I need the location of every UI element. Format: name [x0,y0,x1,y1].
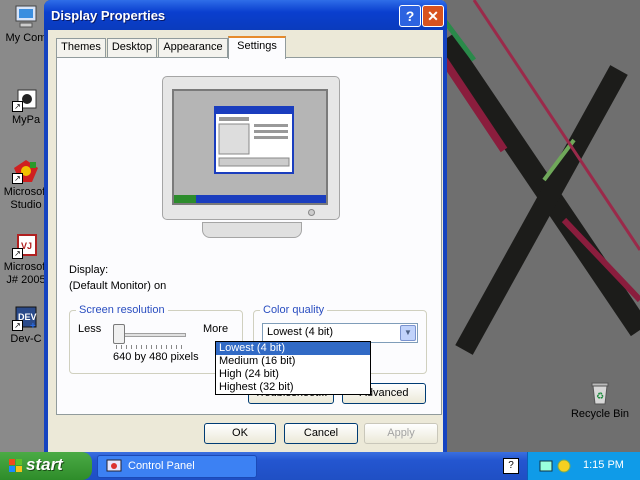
svg-text:♻: ♻ [596,392,604,402]
chevron-down-icon[interactable]: ▼ [400,325,416,341]
visual-studio-icon: ↗ [12,158,40,184]
resolution-slider-ticks [116,345,186,349]
preview-window [214,106,294,174]
resolution-slider-thumb[interactable] [113,324,125,344]
color-option-high[interactable]: High (24 bit) [216,368,370,381]
ok-button[interactable]: OK [204,423,276,444]
help-tray-icon[interactable]: ? [503,458,519,474]
preview-taskbar [174,195,326,203]
tray-icons[interactable] [538,457,574,475]
shortcut-arrow-icon: ↗ [12,101,23,112]
monitor-screen [172,89,328,205]
folder-icon: ↗ [12,86,40,112]
shortcut-arrow-icon: ↗ [12,320,23,331]
close-button[interactable]: ✕ [422,5,444,27]
start-label: start [26,455,63,474]
clock: 1:15 PM [583,459,624,471]
window-title: Display Properties [51,8,166,23]
tab-appearance[interactable]: Appearance [158,38,228,57]
display-label: Display: [69,264,109,276]
color-quality-selected: Lowest (4 bit) [267,326,334,338]
system-tray: 1:15 PM [527,452,640,480]
computer-icon [12,4,40,30]
desktop-icon-recycle-bin[interactable]: ♻ Recycle Bin [568,380,632,421]
recycle-bin-icon: ♻ [586,380,614,406]
shortcut-arrow-icon: ↗ [12,248,23,259]
taskbar-item-control-panel[interactable]: Control Panel [97,455,257,478]
less-label: Less [78,323,102,335]
taskbar-item-label: Control Panel [128,460,195,472]
monitor-stand [202,222,302,238]
control-panel-icon [106,459,122,472]
resolution-value: 640 by 480 pixels [113,351,199,363]
monitor-preview [162,76,340,238]
monitor-bezel [162,76,340,220]
preview-start [174,195,196,203]
help-button[interactable]: ? [399,5,421,27]
color-quality-legend: Color quality [260,304,328,317]
color-quality-dropdown-list[interactable]: Lowest (4 bit) Medium (16 bit) High (24 … [215,341,371,395]
start-button[interactable]: start [0,452,92,480]
more-label: More [203,323,229,335]
color-option-medium[interactable]: Medium (16 bit) [216,355,370,368]
screen-resolution-legend: Screen resolution [76,304,168,317]
apply-button[interactable]: Apply [364,423,438,444]
monitor-power-led [308,209,315,216]
tab-desktop[interactable]: Desktop [107,38,157,57]
windows-flag-icon [9,459,22,472]
taskbar: start Control Panel ? 1:15 PM [0,452,640,480]
shortcut-arrow-icon: ↗ [12,173,23,184]
devcpp-icon: DEV + ↗ [12,305,40,332]
color-quality-select[interactable]: Lowest (4 bit) ▼ [262,323,418,343]
title-bar[interactable]: Display Properties ? ✕ [44,0,447,30]
svg-text:+: + [30,321,36,331]
tab-settings[interactable]: Settings [228,36,286,59]
color-option-highest[interactable]: Highest (32 bit) [216,381,370,394]
desktop-wallpaper-left [0,0,48,452]
tab-themes[interactable]: Themes [56,38,106,57]
display-value: (Default Monitor) on [69,280,167,292]
color-option-lowest[interactable]: Lowest (4 bit) [216,342,370,355]
vj-icon: VJ ↗ [12,233,40,259]
cancel-button[interactable]: Cancel [284,423,358,444]
